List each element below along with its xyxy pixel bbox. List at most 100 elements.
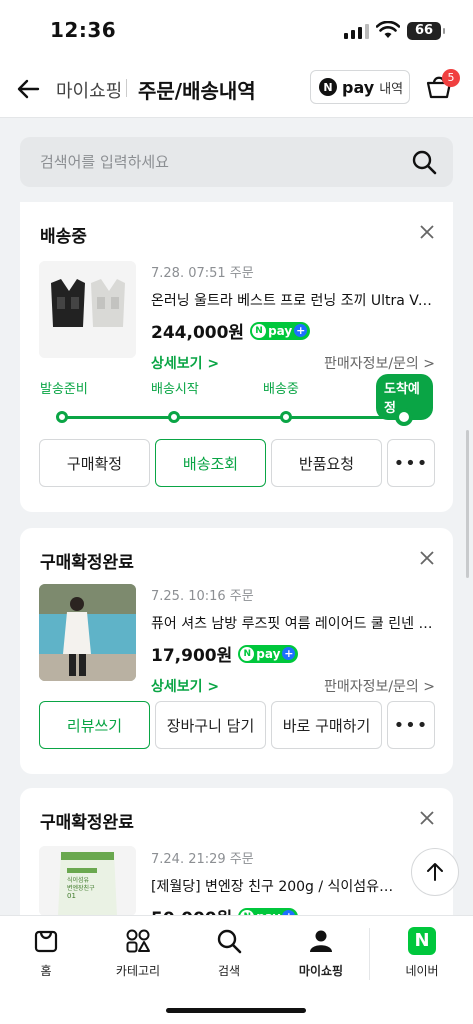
product-name[interactable]: [제월당] 변엔장 친구 200g / 식이섬유가 풍부한	[151, 876, 395, 896]
naver-icon: N	[408, 927, 436, 955]
person-icon	[310, 930, 332, 952]
return-request-button[interactable]: 반품요청	[271, 439, 382, 487]
product-price: 17,900원	[151, 646, 233, 666]
product-pack-label: 식이섬유	[67, 876, 90, 884]
npay-n-icon: N	[252, 323, 267, 338]
food-pack-product-image: 식이섬유 변엔장친구 01	[39, 846, 136, 916]
product-thumbnail[interactable]: 식이섬유 변엔장친구 01	[39, 846, 136, 916]
npay-label: pay	[342, 77, 375, 97]
confirm-purchase-button[interactable]: 구매확정	[39, 439, 150, 487]
order-card: 구매확정완료 7.25. 10:16 주문 퓨어 셔츠 남방 루즈핏 여름 레이…	[20, 528, 453, 774]
detail-link[interactable]: 상세보기 >	[151, 353, 219, 373]
product-pack-label: 변엔장친구	[67, 884, 95, 892]
order-card: 구매확정완료 식이섬유 변엔장친구 01 7.24. 21:29 주문 [제월당…	[20, 788, 453, 929]
category-icon	[126, 929, 150, 953]
npay-text: pay	[256, 646, 281, 661]
more-options-button[interactable]: •••	[387, 701, 435, 749]
nav-search[interactable]: 검색	[189, 926, 269, 979]
home-indicator	[166, 1008, 306, 1013]
search-icon[interactable]	[411, 149, 437, 175]
track-delivery-button[interactable]: 배송조회	[155, 439, 266, 487]
product-info: 7.25. 10:16 주문 퓨어 셔츠 남방 루즈핏 여름 레이어드 쿨 린넨…	[151, 585, 435, 696]
nav-label: 카테고리	[115, 964, 161, 978]
npay-sub-label: 내역	[379, 81, 404, 97]
page-title: 주문/배송내역	[138, 79, 256, 103]
order-status-title: 구매확정완료	[40, 553, 134, 573]
order-links: 상세보기 > 판매자정보/문의 >	[151, 676, 435, 696]
scroll-to-top-button[interactable]	[411, 848, 459, 896]
product-name[interactable]: 온러닝 울트라 베스트 프로 런닝 조끼 Ultra Vest Pro	[151, 290, 435, 310]
price-row: 17,900원 N pay +	[151, 641, 435, 666]
write-review-button[interactable]: 리뷰쓰기	[39, 701, 150, 749]
order-actions: 구매확정 배송조회 반품요청 •••	[39, 439, 435, 487]
step-label-in-transit: 배송중	[263, 382, 299, 397]
seller-info-link[interactable]: 판매자정보/문의 >	[324, 353, 435, 373]
progress-labels: 발송준비 배송시작 배송중 도착예정	[40, 374, 433, 420]
nav-label: 마이쇼핑	[298, 964, 344, 978]
product-thumbnail[interactable]	[39, 261, 136, 358]
npay-n-icon: N	[240, 646, 255, 661]
nav-label: 네이버	[405, 964, 439, 978]
buy-now-button[interactable]: 바로 구매하기	[271, 701, 382, 749]
search-area	[0, 118, 473, 202]
progress-dot	[168, 411, 180, 423]
product-pack-label: 01	[67, 892, 76, 900]
order-status-title: 구매확정완료	[40, 813, 134, 833]
arrow-up-icon	[427, 863, 443, 881]
add-to-cart-button[interactable]: 장바구니 담기	[155, 701, 266, 749]
progress-dot	[56, 411, 68, 423]
home-icon	[34, 930, 58, 953]
npay-plus-badge: N pay +	[250, 321, 311, 340]
close-icon[interactable]	[419, 550, 435, 566]
progress-dot-current	[395, 408, 413, 426]
nav-home[interactable]: 홈	[6, 926, 86, 979]
delivery-progress: 발송준비 배송시작 배송중 도착예정	[40, 374, 433, 444]
order-actions: 리뷰쓰기 장바구니 담기 바로 구매하기 •••	[39, 701, 435, 749]
page-header: 마이쇼핑 주문/배송내역 N pay 내역 5	[0, 60, 473, 118]
progress-dot	[280, 411, 292, 423]
search-input[interactable]	[20, 137, 380, 187]
wifi-icon	[376, 21, 400, 38]
back-arrow-icon[interactable]	[16, 76, 42, 102]
nav-naver[interactable]: N 네이버	[382, 926, 462, 979]
detail-link[interactable]: 상세보기 >	[151, 676, 219, 696]
order-date: 7.28. 07:51 주문	[151, 266, 254, 281]
order-date: 7.25. 10:16 주문	[151, 589, 254, 604]
search-icon	[217, 929, 242, 954]
step-label-prepare: 발송준비	[40, 382, 88, 397]
cart-count-badge: 5	[442, 69, 460, 87]
progress-track	[62, 416, 404, 419]
vest-product-image	[39, 261, 136, 358]
npay-text: pay	[268, 323, 293, 338]
nav-label: 홈	[40, 964, 52, 978]
order-card: 배송중 7.28. 07:51 주문 온러닝 울트라 베스트 프로 런닝 조끼 …	[20, 202, 453, 512]
status-time: 12:36	[50, 18, 117, 42]
product-price: 244,000원	[151, 323, 245, 343]
product-thumbnail[interactable]	[39, 584, 136, 681]
nav-category[interactable]: 카테고리	[98, 926, 178, 979]
plus-icon: +	[282, 647, 296, 660]
more-options-button[interactable]: •••	[387, 439, 435, 487]
plus-icon: +	[294, 324, 308, 337]
order-date: 7.24. 21:29 주문	[151, 852, 254, 867]
npay-logo-icon: N	[319, 78, 337, 96]
battery-icon: 66	[407, 22, 445, 40]
cellular-signal-icon	[344, 24, 369, 39]
product-name[interactable]: 퓨어 셔츠 남방 루즈핏 여름 레이어드 쿨 린넨 셔츠	[151, 613, 435, 633]
breadcrumb-my-shopping[interactable]: 마이쇼핑	[56, 77, 122, 103]
seller-info-link[interactable]: 판매자정보/문의 >	[324, 676, 435, 696]
nav-divider	[369, 928, 370, 980]
nav-label: 검색	[217, 964, 241, 978]
product-info: 7.28. 07:51 주문 온러닝 울트라 베스트 프로 런닝 조끼 Ultr…	[151, 262, 435, 373]
close-icon[interactable]	[419, 224, 435, 240]
breadcrumb-divider	[126, 79, 127, 97]
shirt-product-image	[39, 584, 136, 681]
status-bar: 12:36 66	[0, 0, 473, 60]
close-icon[interactable]	[419, 810, 435, 826]
search-box	[20, 137, 453, 187]
npay-plus-badge: N pay +	[238, 644, 299, 663]
order-links: 상세보기 > 판매자정보/문의 >	[151, 353, 435, 373]
nav-my-shopping[interactable]: 마이쇼핑	[281, 926, 361, 979]
npay-history-button[interactable]: N pay 내역	[310, 70, 410, 104]
scrollbar[interactable]	[466, 430, 469, 578]
